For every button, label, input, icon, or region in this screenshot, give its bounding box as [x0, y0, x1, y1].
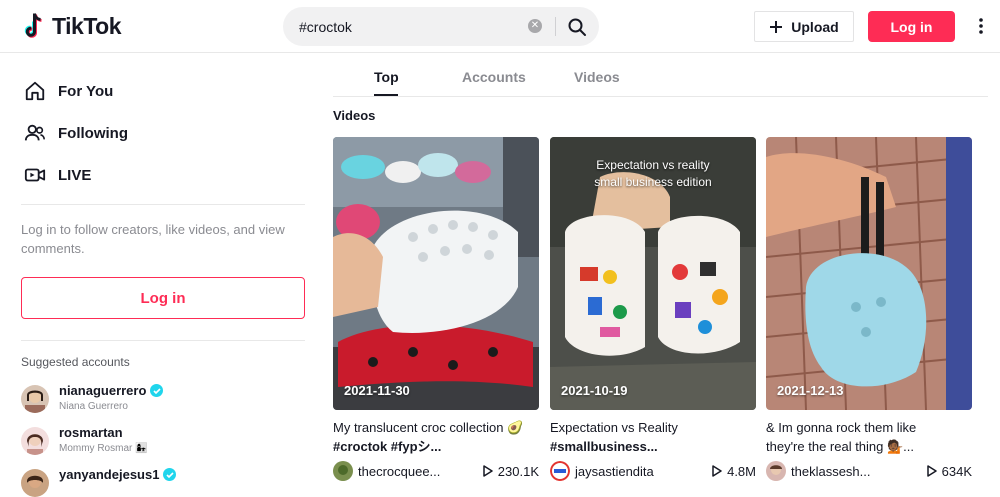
video-caption: My translucent croc collection 🥑 [333, 420, 524, 435]
video-hashtags[interactable]: #croctok #fypシ... [333, 439, 441, 454]
play-icon [483, 465, 493, 477]
overlay-line: Expectation vs reality small business ed… [594, 158, 712, 189]
play-icon [926, 465, 937, 477]
account-username: yanyandejesus1 [59, 467, 160, 482]
video-caption: & Im gonna rock them like [766, 420, 917, 435]
avatar [21, 385, 49, 413]
header-login-button[interactable]: Log in [868, 11, 955, 42]
logo-wordmark: TikTok [52, 12, 122, 39]
video-thumbnail-image [333, 137, 539, 410]
search-results: Top Accounts Videos Videos 2021-11-30 My… [333, 53, 988, 491]
video-author[interactable]: jaysastiendita [550, 461, 654, 481]
video-description: Expectation vs Reality #smallbusiness... [550, 418, 760, 456]
tab-top[interactable]: Top [374, 69, 399, 85]
sidebar-divider [21, 340, 305, 341]
plus-icon [770, 20, 783, 33]
avatar [21, 469, 49, 497]
nav-live[interactable]: LIVE [24, 164, 91, 186]
tiktok-logo[interactable]: TikTok [24, 12, 122, 40]
video-author[interactable]: theklassesh... [766, 461, 871, 481]
nav-for-you[interactable]: For You [24, 80, 113, 102]
video-thumbnail-image [766, 137, 972, 410]
video-card[interactable]: Expectation vs reality small business ed… [550, 137, 756, 481]
avatar [21, 427, 49, 455]
nav-label: Following [58, 124, 128, 142]
video-description: My translucent croc collection 🥑 #crocto… [333, 418, 543, 456]
suggested-account[interactable]: rosmartan Mommy Rosmar 👩‍👧 [21, 425, 148, 455]
active-tab-indicator [374, 94, 398, 96]
video-caption: Expectation vs Reality [550, 420, 678, 435]
more-vertical-icon [979, 18, 983, 34]
view-count: 634K [926, 463, 972, 479]
clear-search-icon[interactable]: ✕ [528, 19, 542, 33]
video-caption-continued: they're the real thing 💁🏾... [766, 439, 915, 454]
view-count-value: 634K [941, 463, 972, 479]
emoji-icon: 👩‍👧 [135, 443, 148, 454]
video-author[interactable]: thecrocquee... [333, 461, 440, 481]
search-divider [555, 17, 556, 36]
video-description: & Im gonna rock them like they're the re… [766, 418, 976, 456]
view-count-value: 230.1K [497, 463, 539, 479]
video-meta: jaysastiendita 4.8M [550, 461, 756, 481]
search-bar: ✕ [283, 7, 599, 46]
tiktok-logo-icon [24, 12, 48, 40]
top-bar: TikTok ✕ Upload Log in [0, 0, 1000, 53]
suggested-accounts-title: Suggested accounts [21, 355, 130, 369]
search-button[interactable] [563, 13, 591, 41]
verified-badge-icon [150, 384, 164, 397]
suggested-account[interactable]: nianaguerrero Niana Guerrero [21, 383, 164, 413]
tab-videos[interactable]: Videos [574, 69, 620, 85]
author-username: jaysastiendita [575, 463, 654, 479]
sidebar-login-button[interactable]: Log in [21, 277, 305, 319]
sidebar-divider [21, 204, 305, 205]
live-icon [24, 168, 46, 182]
search-input[interactable] [299, 18, 521, 35]
verified-badge-icon [163, 468, 177, 481]
avatar [766, 461, 786, 481]
author-username: thecrocquee... [358, 463, 441, 479]
account-username: rosmartan [59, 425, 123, 440]
nav-label: LIVE [58, 166, 92, 184]
view-count: 4.8M [712, 464, 756, 479]
avatar [550, 461, 570, 481]
section-title: Videos [333, 108, 376, 123]
account-display-name: Niana Guerrero [59, 401, 128, 412]
video-date: 2021-10-19 [561, 383, 628, 398]
video-thumbnail[interactable]: 2021-11-30 [333, 137, 539, 410]
nav-following[interactable]: Following [24, 122, 128, 144]
video-card[interactable]: 2021-12-13 & Im gonna rock them like the… [766, 137, 972, 481]
video-meta: thecrocquee... 230.1K [333, 461, 539, 481]
upload-button[interactable]: Upload [754, 11, 854, 42]
login-hint-text: Log in to follow creators, like videos, … [21, 222, 285, 256]
search-icon [568, 18, 586, 36]
tab-accounts[interactable]: Accounts [462, 69, 526, 85]
video-overlay-text: Expectation vs reality small business ed… [550, 157, 756, 191]
play-icon [712, 465, 722, 477]
video-meta: theklassesh... 634K [766, 461, 972, 481]
video-thumbnail[interactable]: 2021-12-13 [766, 137, 972, 410]
account-username: nianaguerrero [59, 383, 147, 398]
video-hashtags[interactable]: #smallbusiness... [550, 439, 658, 454]
author-username: theklassesh... [791, 463, 871, 479]
nav-label: For You [58, 82, 114, 100]
sidebar: For You Following LIVE Log in to follow … [0, 53, 320, 497]
video-thumbnail[interactable]: Expectation vs reality small business ed… [550, 137, 756, 410]
results-tabs: Top Accounts Videos [333, 53, 988, 97]
upload-label: Upload [791, 18, 839, 35]
video-date: 2021-11-30 [344, 383, 410, 398]
video-card[interactable]: 2021-11-30 My translucent croc collectio… [333, 137, 539, 481]
view-count-value: 4.8M [727, 463, 756, 479]
video-date: 2021-12-13 [777, 383, 844, 398]
avatar [333, 461, 353, 481]
home-icon [25, 81, 45, 101]
more-menu-button[interactable] [973, 14, 989, 38]
following-icon [24, 124, 45, 141]
view-count: 230.1K [483, 464, 539, 479]
account-display-name: Mommy Rosmar [59, 443, 133, 454]
suggested-account[interactable]: yanyandejesus1 [21, 467, 177, 497]
